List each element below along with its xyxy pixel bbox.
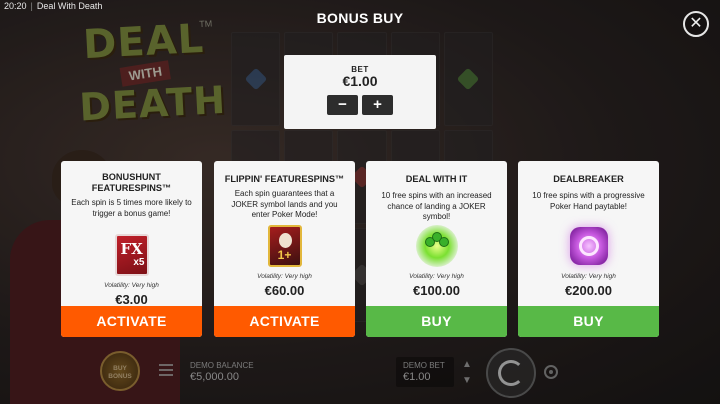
- card-title: DEAL WITH IT: [405, 174, 468, 184]
- bonus-card-deal-with-it: DEAL WITH IT 10 free spins with an incre…: [366, 161, 507, 337]
- activate-button[interactable]: ACTIVATE: [61, 306, 202, 337]
- card-title: DEALBREAKER: [553, 174, 624, 184]
- buy-button[interactable]: BUY: [366, 306, 507, 337]
- card-price: €100.00: [413, 283, 460, 298]
- card-volatility: Volatility: Very high: [104, 282, 159, 289]
- joker-card-text: 1+: [277, 248, 292, 262]
- activate-button[interactable]: ACTIVATE: [214, 306, 355, 337]
- card-title: FLIPPIN' FEATURESPINS™: [224, 174, 345, 184]
- card-description: Each spin guarantees that a JOKER symbol…: [231, 189, 338, 219]
- bonus-card-flippin: FLIPPIN' FEATURESPINS™ Each spin guarant…: [214, 161, 355, 337]
- buy-button[interactable]: BUY: [518, 306, 659, 337]
- fx5-symbol-icon: FX x5: [114, 234, 149, 276]
- purple-token-icon: [569, 225, 608, 267]
- bet-controls: − +: [284, 95, 436, 115]
- bet-panel: BET €1.00 − +: [284, 55, 436, 129]
- game-stage: DEAL WITH DEATH TM BUY BONUS DEMO BALANC…: [0, 0, 720, 404]
- bonus-card-bonushunt: BONUSHUNT FEATURESPINS™ Each spin is 5 t…: [61, 161, 202, 337]
- bonus-cards: BONUSHUNT FEATURESPINS™ Each spin is 5 t…: [61, 161, 659, 337]
- fx-symbol-text: FX: [120, 240, 143, 258]
- bonus-card-dealbreaker: DEALBREAKER 10 free spins with a progres…: [518, 161, 659, 337]
- card-volatility: Volatility: Very high: [257, 273, 312, 280]
- card-price: €60.00: [264, 283, 305, 298]
- joker-card-icon: 1+: [267, 225, 302, 267]
- card-volatility: Volatility: Very high: [561, 273, 616, 280]
- card-volatility: Volatility: Very high: [409, 273, 464, 280]
- card-description: 10 free spins with an increased chance o…: [381, 191, 492, 221]
- close-icon: ✕: [689, 15, 703, 32]
- close-button[interactable]: ✕: [683, 11, 709, 37]
- green-skulls-icon: [415, 225, 458, 267]
- card-description: Each spin is 5 times more likely to trig…: [71, 198, 192, 218]
- bet-decrease-button[interactable]: −: [327, 95, 358, 115]
- card-price: €200.00: [565, 283, 612, 298]
- card-price: €3.00: [115, 292, 148, 307]
- bet-increase-button[interactable]: +: [362, 95, 393, 115]
- card-title: BONUSHUNT FEATURESPINS™: [91, 172, 172, 193]
- fx-symbol-multiplier: x5: [133, 257, 145, 268]
- bet-value: €1.00: [342, 73, 378, 89]
- card-description: 10 free spins with a progressive Poker H…: [532, 191, 645, 211]
- page-title: BONUS BUY: [316, 10, 404, 26]
